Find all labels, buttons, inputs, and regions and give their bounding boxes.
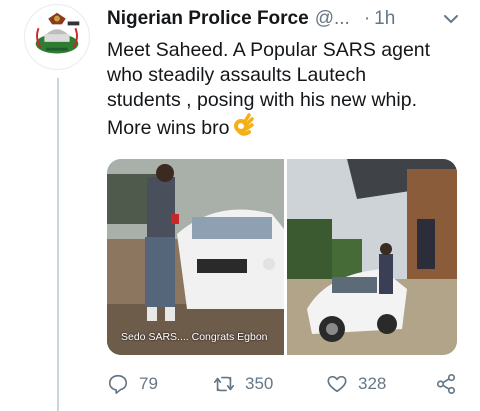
reply-count: 79 [139, 374, 158, 393]
tweet-text-line: students , posing with his new whip. [107, 89, 418, 111]
share-icon [436, 374, 456, 394]
media-photo-right[interactable] [287, 159, 457, 355]
tweet-header: Nigerian Prolice Force @... · 1h [107, 6, 460, 32]
tweet-text-line: Meet Saheed. A Popular SARS agent [107, 39, 431, 61]
reply-icon [108, 374, 128, 394]
separator-dot: · [363, 8, 371, 29]
tweet-text-line-content: More wins bro [107, 117, 230, 139]
photo-car-at-station [287, 159, 457, 355]
retweet-count: 350 [245, 374, 274, 393]
user-handle[interactable]: @... [315, 8, 350, 30]
tweet-media[interactable]: Sedo SARS.... Congrats Egbon [107, 159, 457, 355]
tweet-text-line: More wins bro [107, 113, 467, 141]
ok-hand-emoji [234, 113, 255, 136]
like-button[interactable]: 328 [326, 373, 386, 395]
retweet-button[interactable]: 350 [213, 373, 273, 395]
avatar[interactable] [24, 4, 90, 70]
photo-man-with-car [107, 159, 284, 355]
thread-line [57, 78, 59, 411]
tweet-actions: 79 350 328 [107, 370, 463, 398]
heart-icon [327, 375, 347, 393]
share-button[interactable] [435, 373, 457, 395]
retweet-icon [214, 376, 234, 392]
media-caption: Sedo SARS.... Congrats Egbon [121, 331, 268, 343]
media-photo-left[interactable]: Sedo SARS.... Congrats Egbon [107, 159, 284, 355]
tweet-text: Meet Saheed. A Popular SARS agent who st… [107, 38, 467, 141]
like-count: 328 [358, 374, 387, 393]
display-name[interactable]: Nigerian Prolice Force [107, 8, 309, 30]
tweet-text-line: who steadily assaults Lautech [107, 64, 367, 86]
timestamp[interactable]: 1h [374, 8, 395, 30]
reply-button[interactable]: 79 [107, 373, 158, 395]
police-crest-icon [25, 5, 89, 69]
chevron-down-icon[interactable] [442, 10, 460, 28]
